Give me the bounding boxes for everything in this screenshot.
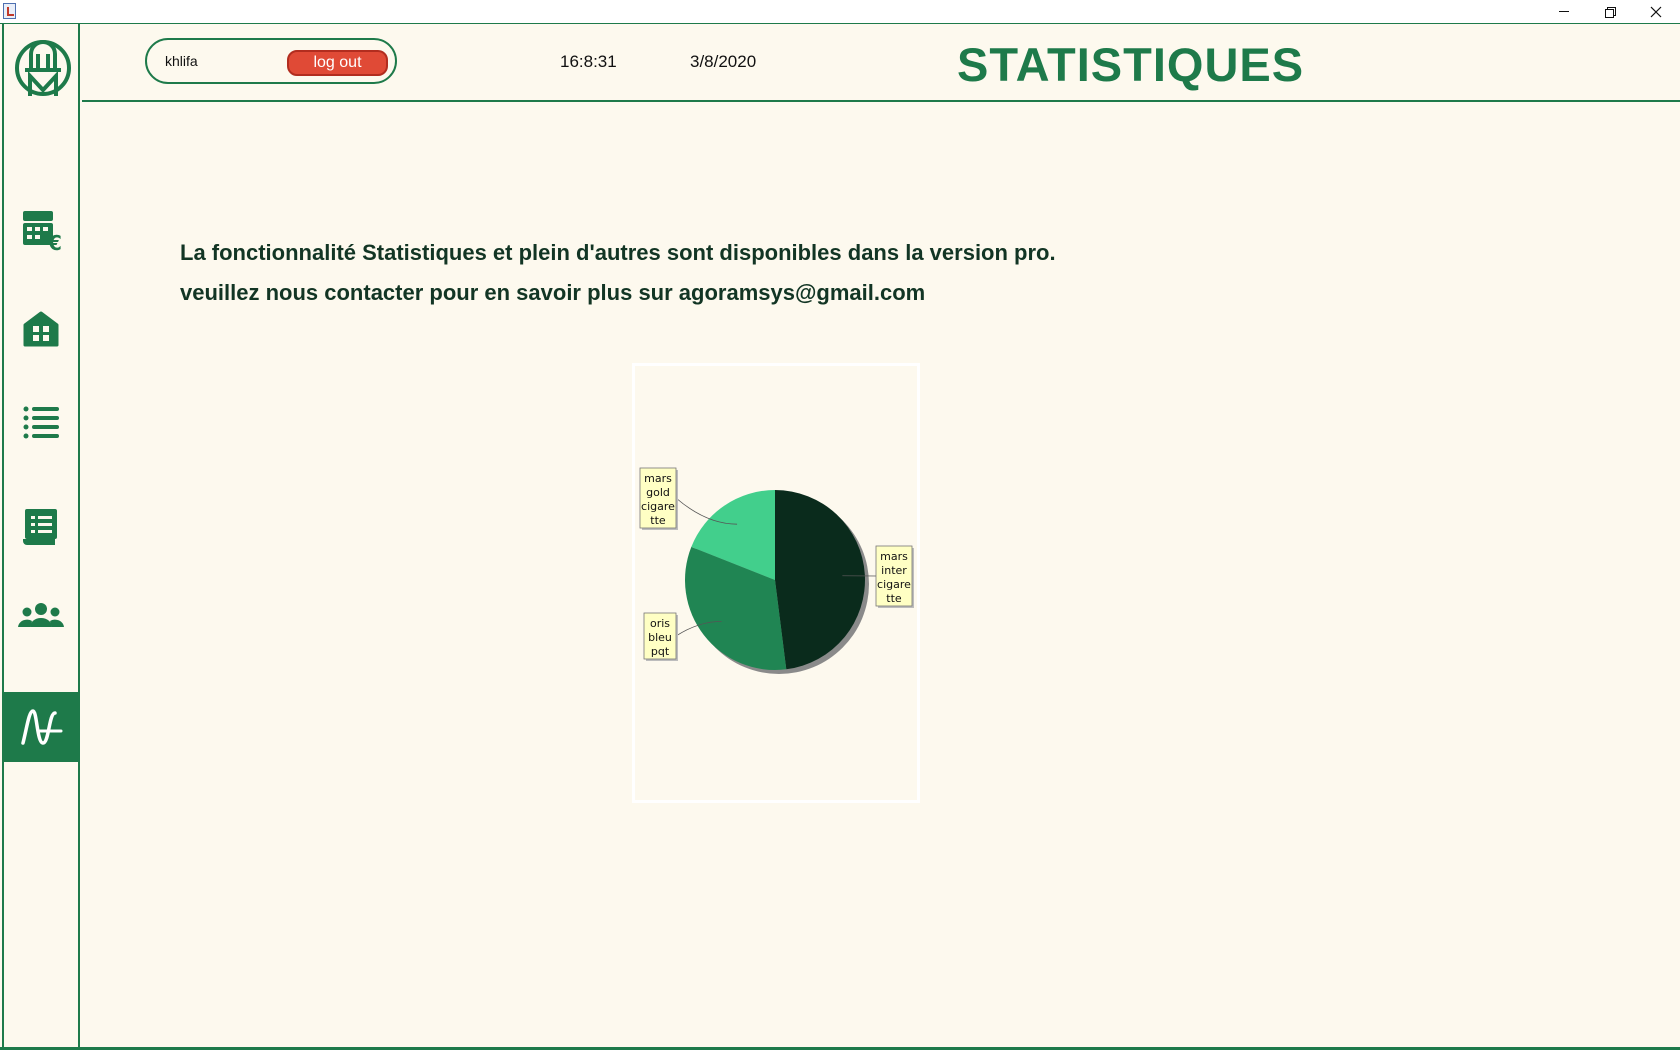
sidebar-item-statistics[interactable] — [4, 692, 78, 762]
sidebar-item-users[interactable] — [4, 582, 78, 652]
sidebar-item-store[interactable] — [4, 294, 78, 364]
pie-slice[interactable] — [775, 490, 866, 670]
list-icon — [23, 406, 59, 439]
window-titlebar — [0, 0, 1680, 24]
clock: 16:8:31 — [560, 52, 617, 71]
store-icon — [23, 311, 59, 347]
user-panel: khlifa log out — [145, 38, 397, 84]
restore-button[interactable] — [1587, 0, 1633, 23]
close-button[interactable] — [1633, 0, 1679, 23]
pro-version-message: La fonctionnalité Statistiques et plein … — [180, 240, 1056, 265]
java-app-icon — [3, 3, 16, 19]
sidebar-item-list[interactable] — [4, 388, 78, 458]
app-logo — [15, 40, 71, 96]
close-icon — [1650, 6, 1662, 17]
sales-register-icon: € — [23, 211, 62, 251]
pie-label: oris bleu pqt — [648, 617, 672, 658]
sidebar: € — [2, 24, 80, 1050]
page-title: STATISTIQUES — [957, 38, 1305, 91]
svg-text:€: € — [47, 231, 62, 251]
invoice-icon — [23, 509, 57, 545]
users-group-icon — [18, 603, 64, 627]
header: khlifa log out 16:8:31 3/8/2020 STATISTI… — [82, 24, 1680, 102]
logout-button[interactable]: log out — [287, 50, 388, 76]
date: 3/8/2020 — [690, 52, 757, 71]
sidebar-item-sales[interactable]: € — [4, 194, 78, 264]
contact-message: veuillez nous contacter pour en savoir p… — [180, 280, 926, 305]
minimize-icon — [1559, 11, 1569, 12]
username-label: khlifa — [165, 53, 198, 69]
sidebar-item-invoices[interactable] — [4, 492, 78, 562]
restore-icon — [1605, 6, 1616, 18]
pie-chart: mars inter cigare tteoris bleu pqtmars gold cig… — [639, 467, 914, 674]
statistics-icon — [21, 709, 63, 745]
minimize-button[interactable] — [1541, 0, 1587, 23]
